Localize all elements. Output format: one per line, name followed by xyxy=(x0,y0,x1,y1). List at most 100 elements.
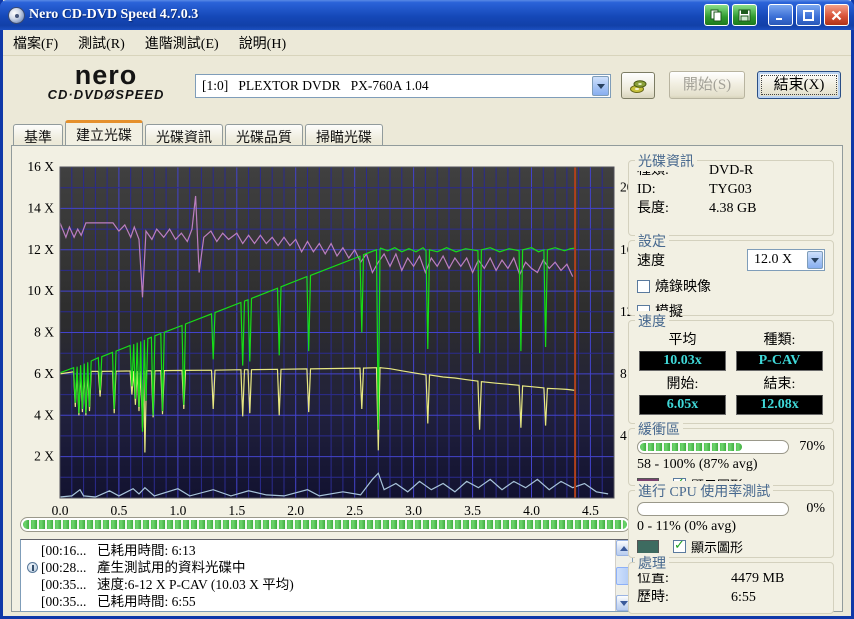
tab-disc-quality[interactable]: 光碟品質 xyxy=(225,124,303,146)
chevron-down-icon xyxy=(597,84,605,89)
disc-length-value: 4.38 GB xyxy=(709,199,756,218)
cpu-title: 進行 CPU 使用率測試 xyxy=(635,481,773,501)
report-button[interactable] xyxy=(704,4,729,26)
svg-text:0.5: 0.5 xyxy=(110,503,127,515)
speed-group: 速度 平均 種類: 10.03x P-CAV 開始: 結束: 6.05x 12.… xyxy=(628,320,834,424)
disc-info-group: 光碟資訊 種類:DVD-R ID:TYG03 長度:4.38 GB xyxy=(628,160,834,236)
write-speed-label: 速度 xyxy=(637,250,665,270)
menu-help[interactable]: 說明(H) xyxy=(229,30,296,56)
disc-length-label: 長度: xyxy=(637,199,709,218)
title-bar[interactable]: Nero CD-DVD Speed 4.7.0.3 xyxy=(0,0,854,30)
buffer-range: 58 - 100% (87% avg) xyxy=(637,457,833,473)
svg-text:0.0: 0.0 xyxy=(52,503,69,515)
disc-id-value: TYG03 xyxy=(709,180,752,199)
disc-tray-icon xyxy=(629,78,647,94)
drive-select[interactable]: [1:0] PLEXTOR DVDR PX-760A 1.04 xyxy=(195,74,611,98)
svg-text:3.0: 3.0 xyxy=(405,503,422,515)
minimize-icon xyxy=(775,10,786,21)
start-speed-label: 開始: xyxy=(639,373,726,393)
elapsed-value: 6:55 xyxy=(731,588,756,607)
process-group: 處理 位置:4479 MB 歷時:6:55 xyxy=(628,562,834,614)
header: nero CD·DVDØSPEED [1:0] PLEXTOR DVDR PX-… xyxy=(3,57,851,118)
log-entry[interactable]: [00:35... 速度:6-12 X P-CAV (10.03 X 平均) xyxy=(23,576,615,593)
drive-select-arrow[interactable] xyxy=(592,76,609,96)
tab-benchmark[interactable]: 基準 xyxy=(13,124,63,146)
write-speed-value: 12.0 X xyxy=(748,252,807,268)
buffer-title: 緩衝區 xyxy=(635,419,683,439)
svg-text:1.0: 1.0 xyxy=(169,503,186,515)
disc-id-label: ID: xyxy=(637,180,709,199)
close-icon xyxy=(831,10,842,21)
minimize-button[interactable] xyxy=(768,4,793,26)
maximize-icon xyxy=(803,10,814,21)
pages-icon xyxy=(710,9,723,22)
tab-strip: 基準 建立光碟 光碟資訊 光碟品質 掃瞄光碟 xyxy=(13,120,843,146)
log-entry[interactable]: [00:16... 已耗用時間: 6:13 xyxy=(23,542,615,559)
write-speed-select[interactable]: 12.0 X xyxy=(747,249,825,271)
cpu-percent: 0% xyxy=(789,501,825,517)
settings-title: 設定 xyxy=(635,231,669,251)
speed-title: 速度 xyxy=(635,311,669,331)
position-value: 4479 MB xyxy=(731,569,784,588)
start-button[interactable]: 開始(S) xyxy=(669,71,745,99)
log-entry[interactable]: [00:28... 產生測試用的資料光碟中 xyxy=(23,559,615,576)
log-entry[interactable]: [00:35... 已耗用時間: 6:55 xyxy=(23,593,615,610)
cpu-bar xyxy=(637,502,789,516)
side-panel: 光碟資訊 種類:DVD-R ID:TYG03 長度:4.38 GB 設定 速度 … xyxy=(628,150,838,609)
exit-button[interactable]: 結束(X) xyxy=(757,71,841,99)
menu-file[interactable]: 檔案(F) xyxy=(3,30,68,56)
tab-create-disc[interactable]: 建立光碟 xyxy=(65,120,143,146)
speed-type-display: P-CAV xyxy=(736,351,823,371)
svg-text:12 X: 12 X xyxy=(27,242,54,257)
end-speed-label: 結束: xyxy=(736,373,823,393)
app-window: Nero CD-DVD Speed 4.7.0.3 xyxy=(0,0,854,619)
buffer-group: 緩衝區 70% 58 - 100% (87% avg) 顯示圖形 xyxy=(628,428,834,486)
save-button[interactable] xyxy=(732,4,757,26)
create-disc-page: 2 X4 X6 X8 X10 X12 X14 X16 X481216200.00… xyxy=(11,145,843,612)
start-speed-display: 6.05x xyxy=(639,395,726,415)
write-speed-arrow[interactable] xyxy=(807,251,823,269)
svg-text:1.5: 1.5 xyxy=(228,503,245,515)
svg-text:4.0: 4.0 xyxy=(523,503,540,515)
speed-type-label: 種類: xyxy=(736,329,823,349)
nero-logo: nero CD·DVDØSPEED xyxy=(31,63,181,102)
svg-text:4 X: 4 X xyxy=(34,407,54,422)
log-listbox[interactable]: [00:16... 已耗用時間: 6:13 [00:28... 產生測試用的資料… xyxy=(20,539,633,612)
buffer-percent: 70% xyxy=(789,439,825,455)
cpu-show-graph-label: 顯示圖形 xyxy=(691,537,743,556)
svg-text:2 X: 2 X xyxy=(34,449,54,464)
menu-bar: 檔案(F) 測試(R) 進階測試(E) 說明(H) xyxy=(3,30,851,56)
menu-advanced-test[interactable]: 進階測試(E) xyxy=(135,30,229,56)
cpu-group: 進行 CPU 使用率測試 0% 0 - 11% (0% avg) 顯示圖形 xyxy=(628,490,834,558)
svg-text:8: 8 xyxy=(620,366,627,381)
disc-type-value: DVD-R xyxy=(709,161,753,180)
drive-select-value: [1:0] PLEXTOR DVDR PX-760A 1.04 xyxy=(196,78,592,94)
log-lines: [00:16... 已耗用時間: 6:13 [00:28... 產生測試用的資料… xyxy=(21,540,615,611)
disc-info-title: 光碟資訊 xyxy=(635,151,697,171)
chevron-down-icon xyxy=(811,258,819,263)
svg-text:2.0: 2.0 xyxy=(287,503,304,515)
svg-text:4: 4 xyxy=(620,428,627,443)
cpu-range: 0 - 11% (0% avg) xyxy=(637,519,833,535)
tab-scan-disc[interactable]: 掃瞄光碟 xyxy=(305,124,383,146)
settings-group: 設定 速度 12.0 X 燒錄映像 模擬 xyxy=(628,240,834,316)
burn-image-checkbox[interactable] xyxy=(637,280,650,293)
floppy-icon xyxy=(738,9,751,22)
speed-chart: 2 X4 X6 X8 X10 X12 X14 X16 X481216200.00… xyxy=(18,153,634,515)
tab-disc-info[interactable]: 光碟資訊 xyxy=(145,124,223,146)
eject-button[interactable] xyxy=(621,72,655,99)
elapsed-label: 歷時: xyxy=(637,588,705,607)
window-title: Nero CD-DVD Speed 4.7.0.3 xyxy=(29,7,701,23)
close-button[interactable] xyxy=(824,4,849,26)
cpu-show-graph-checkbox[interactable] xyxy=(673,540,686,553)
process-title: 處理 xyxy=(635,553,669,573)
overall-progress-bar xyxy=(20,517,630,532)
overall-progress-fill xyxy=(23,520,627,529)
avg-speed-label: 平均 xyxy=(639,329,726,349)
svg-text:16 X: 16 X xyxy=(27,159,54,174)
svg-text:6 X: 6 X xyxy=(34,366,54,381)
svg-text:8 X: 8 X xyxy=(34,325,54,340)
arrow-down-icon xyxy=(620,601,628,606)
menu-test[interactable]: 測試(R) xyxy=(68,30,135,56)
maximize-button[interactable] xyxy=(796,4,821,26)
